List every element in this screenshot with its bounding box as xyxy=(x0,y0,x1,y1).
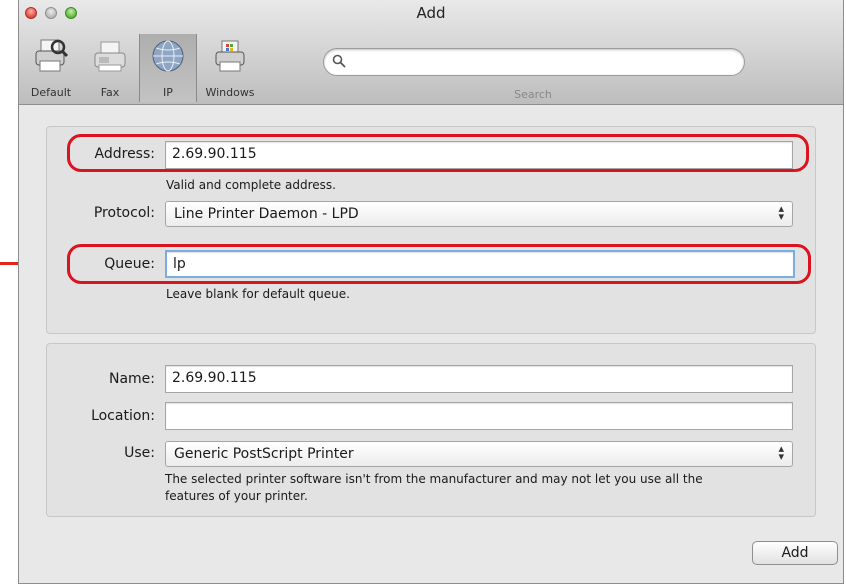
toolbar-windows-label: Windows xyxy=(205,86,255,99)
protocol-label: Protocol: xyxy=(93,205,155,221)
address-field[interactable]: 2.69.90.115 xyxy=(165,141,793,169)
use-select-value: Generic PostScript Printer xyxy=(174,446,354,462)
toolbar-windows-button[interactable]: Windows xyxy=(197,38,263,100)
queue-label: Queue: xyxy=(104,256,155,272)
protocol-select[interactable]: Line Printer Daemon - LPD ▴ ▾ xyxy=(165,201,793,227)
add-button[interactable]: Add xyxy=(752,541,838,565)
fax-icon xyxy=(94,41,126,72)
search-icon xyxy=(332,54,346,68)
use-hint-line1: The selected printer software isn't from… xyxy=(165,472,703,486)
toolbar-ip-button[interactable]: IP xyxy=(139,34,197,102)
use-select[interactable]: Generic PostScript Printer ▴ ▾ xyxy=(165,441,793,467)
queue-hint: Leave blank for default queue. xyxy=(166,287,350,301)
protocol-select-value: Line Printer Daemon - LPD xyxy=(174,206,359,222)
window-title: Add xyxy=(416,4,446,22)
location-field[interactable] xyxy=(165,402,793,430)
location-label: Location: xyxy=(91,408,155,424)
use-hint-line2: features of your printer. xyxy=(165,489,308,503)
search-field[interactable] xyxy=(323,48,745,76)
toolbar-ip-label: IP xyxy=(163,86,173,99)
select-arrows-icon: ▴ ▾ xyxy=(778,442,784,463)
title-toolbar: Add Default Fax IP Windows Search xyxy=(19,0,843,105)
windows-printer-icon xyxy=(215,40,245,72)
printer-search-icon xyxy=(35,39,68,72)
queue-field[interactable]: lp xyxy=(165,250,795,278)
name-label: Name: xyxy=(108,371,155,387)
add-printer-window: Add Default Fax IP Windows Search Addres… xyxy=(18,0,844,584)
name-field[interactable]: 2.69.90.115 xyxy=(165,365,793,393)
toolbar-default-label: Default xyxy=(30,86,72,99)
toolbar-fax-button[interactable]: Fax xyxy=(85,38,135,100)
toolbar-fax-label: Fax xyxy=(100,86,120,99)
globe-icon xyxy=(152,40,184,72)
toolbar-default-button[interactable]: Default xyxy=(19,38,83,100)
search-caption: Search xyxy=(514,88,552,101)
use-label: Use: xyxy=(124,445,155,461)
address-hint: Valid and complete address. xyxy=(166,178,336,192)
address-label: Address: xyxy=(94,146,155,162)
select-arrows-icon: ▴ ▾ xyxy=(778,202,784,223)
